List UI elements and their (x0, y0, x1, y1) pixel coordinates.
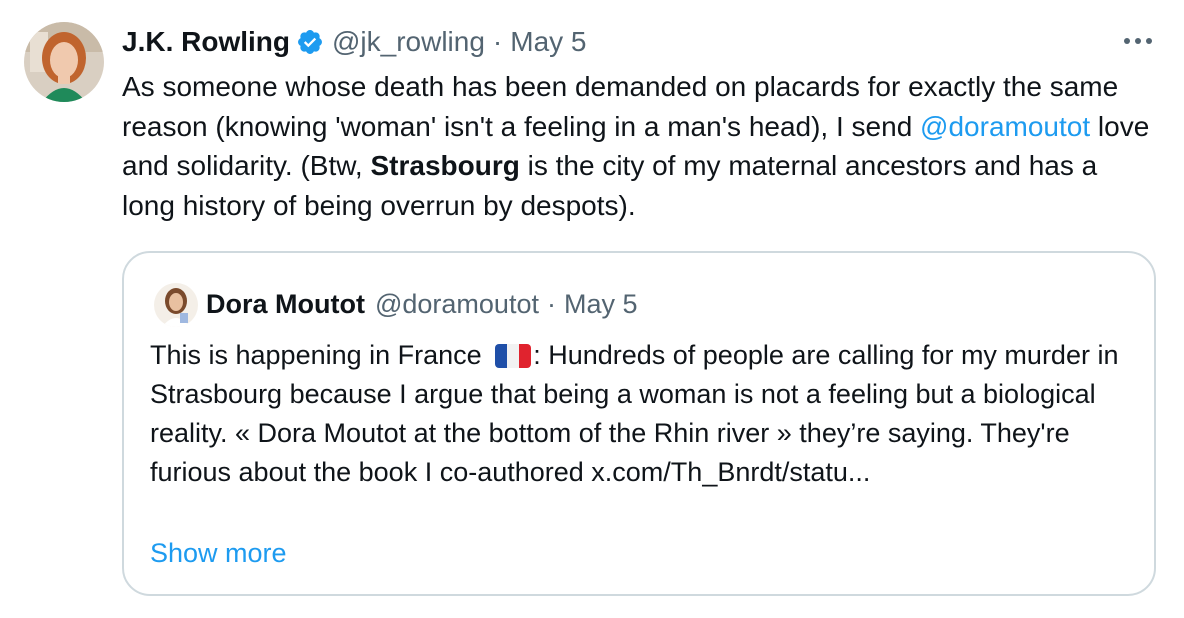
avatar-image (24, 22, 104, 102)
tweet-header: J.K. Rowling @jk_rowling · May 5 (122, 22, 587, 62)
quote-avatar-image (154, 283, 198, 327)
quote-author-handle: @doramoutot (374, 288, 539, 319)
quote-header-separator: · (546, 288, 556, 319)
quote-avatar[interactable] (154, 283, 198, 327)
author-handle[interactable]: @jk_rowling (332, 26, 485, 58)
quote-date: May 5 (563, 288, 638, 319)
quote-text: This is happening in France : Hundreds o… (150, 336, 1140, 492)
show-more-link[interactable]: Show more (150, 534, 287, 573)
tweet-date[interactable]: May 5 (510, 26, 586, 58)
tweet: J.K. Rowling @jk_rowling · May 5 As some… (0, 0, 1184, 618)
quote-author-name: Dora Moutot (206, 288, 365, 319)
header-separator: · (492, 26, 503, 57)
verified-badge-icon[interactable] (296, 28, 324, 56)
quote-text-part1: This is happening in France (150, 340, 490, 370)
bold-word: Strasbourg (370, 150, 520, 181)
tweet-text: As someone whose death has been demanded… (122, 67, 1152, 225)
mention-link[interactable]: @doramoutot (920, 111, 1090, 142)
quote-tweet-card[interactable]: Dora Moutot @doramoutot · May 5 This is … (122, 251, 1156, 596)
author-name[interactable]: J.K. Rowling (122, 26, 290, 58)
ellipsis-icon[interactable] (1120, 26, 1156, 56)
avatar[interactable] (24, 22, 104, 102)
quote-header: Dora Moutot @doramoutot · May 5 (206, 285, 638, 323)
france-flag-icon (495, 344, 532, 368)
